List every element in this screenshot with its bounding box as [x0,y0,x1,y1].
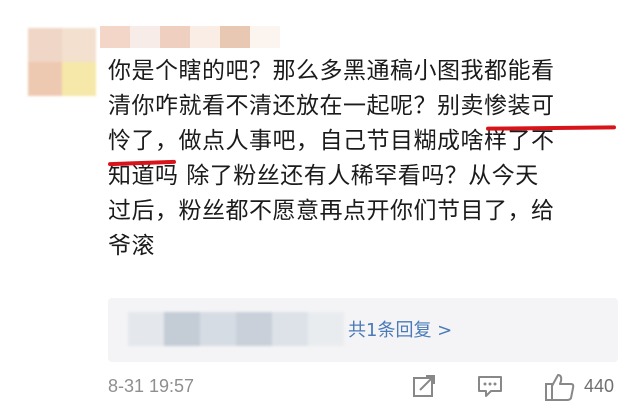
comment-line: 清你咋就看不清还放在一起呢？别卖惨装可 [108,93,555,119]
like-icon[interactable] [544,372,576,402]
like-count: 440 [584,376,615,396]
replies-box[interactable]: 共1条回复 > [108,298,618,362]
share-icon[interactable] [410,372,438,400]
avatar[interactable] [28,28,96,96]
comment-text: 你是个瞎的吧？那么多黑通稿小图我都能看 清你咋就看不清还放在一起呢？别卖惨装可 … [108,54,628,264]
comment-icon[interactable] [476,372,504,400]
comment-line: 你是个瞎的吧？那么多黑通稿小图我都能看 [108,58,555,84]
username-redacted[interactable] [100,26,280,48]
reply-preview-redacted [128,312,344,346]
comment-line: 爷滚 [108,233,155,259]
comment-line: 过后，粉丝都不愿意再点开你们节目了，给 [108,198,555,224]
view-replies-link[interactable]: 共1条回复 > [348,316,452,342]
comment-timestamp: 8-31 19:57 [108,376,195,396]
comment-line: 知道吗 除了粉丝还有人稀罕看吗？从今天 [108,163,539,189]
